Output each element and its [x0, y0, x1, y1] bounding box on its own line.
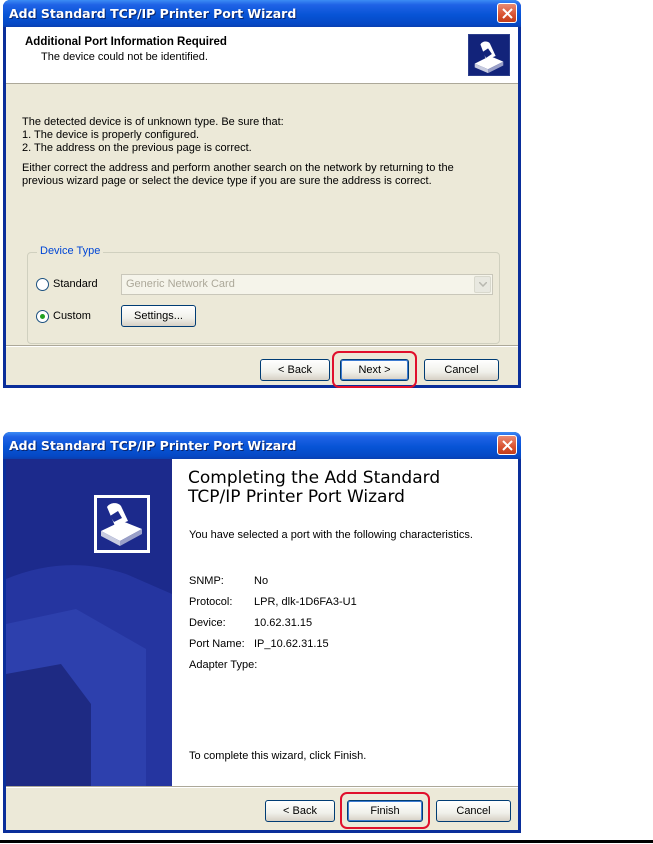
wizard-window-completing: Add Standard TCP/IP Printer Port Wizard: [3, 432, 521, 833]
body-line: Either correct the address and perform a…: [22, 162, 454, 174]
body-paragraph: Either correct the address and perform a…: [22, 162, 502, 188]
finish-note: To complete this wizard, click Finish.: [189, 750, 367, 762]
standard-radio-label[interactable]: Standard: [53, 278, 98, 290]
cancel-button[interactable]: Cancel: [424, 359, 499, 381]
wizard-window-additional-info: Add Standard TCP/IP Printer Port Wizard …: [3, 0, 521, 388]
printer-wizard-icon: [94, 495, 150, 553]
settings-button[interactable]: Settings...: [121, 305, 196, 327]
back-button[interactable]: < Back: [265, 800, 335, 822]
page-title: Completing the Add Standard TCP/IP Print…: [188, 469, 508, 507]
wizard-header: Additional Port Information Required The…: [6, 27, 518, 84]
header-subtitle: The device could not be identified.: [41, 51, 208, 63]
title-line-1: Completing the Add Standard: [188, 468, 441, 488]
dialog-body: Completing the Add Standard TCP/IP Print…: [6, 459, 518, 830]
standard-device-combo[interactable]: Generic Network Card: [121, 274, 493, 295]
title-line-2: TCP/IP Printer Port Wizard: [188, 487, 405, 507]
finish-highlight: [340, 792, 430, 829]
field-value-protocol: LPR, dlk-1D6FA3-U1: [254, 596, 357, 608]
window-title: Add Standard TCP/IP Printer Port Wizard: [9, 438, 297, 453]
custom-radio[interactable]: [36, 310, 49, 323]
page-divider: [0, 840, 653, 843]
banner-graphic: [6, 459, 172, 786]
title-bar[interactable]: Add Standard TCP/IP Printer Port Wizard: [3, 0, 521, 27]
field-value-device: 10.62.31.15: [254, 617, 313, 629]
window-title: Add Standard TCP/IP Printer Port Wizard: [9, 6, 297, 21]
body-line: The detected device is of unknown type. …: [22, 116, 284, 128]
wizard-side-banner: [6, 459, 172, 786]
combo-value: Generic Network Card: [126, 278, 235, 290]
field-label-adapter-type: Adapter Type:: [189, 659, 258, 671]
cancel-button[interactable]: Cancel: [436, 800, 511, 822]
custom-radio-label[interactable]: Custom: [53, 310, 91, 322]
field-label-port-name: Port Name:: [189, 638, 245, 650]
dialog-body: Additional Port Information Required The…: [6, 27, 518, 388]
printer-wizard-icon: [468, 34, 510, 76]
field-label-protocol: Protocol:: [189, 596, 233, 608]
title-bar[interactable]: Add Standard TCP/IP Printer Port Wizard: [3, 432, 521, 459]
body-line: 2. The address on the previous page is c…: [22, 142, 252, 154]
next-highlight: [332, 351, 417, 388]
back-button[interactable]: < Back: [260, 359, 330, 381]
body-line: previous wizard page or select the devic…: [22, 175, 432, 187]
standard-radio[interactable]: [36, 278, 49, 291]
body-instructions: The detected device is of unknown type. …: [22, 116, 502, 155]
header-title: Additional Port Information Required: [25, 36, 227, 48]
field-value-port-name: IP_10.62.31.15: [254, 638, 329, 650]
field-label-snmp: SNMP:: [189, 575, 224, 587]
field-label-device: Device:: [189, 617, 226, 629]
separator: [6, 786, 518, 788]
close-button[interactable]: [497, 3, 517, 23]
dropdown-arrow-icon[interactable]: [474, 276, 491, 293]
wizard-content: Completing the Add Standard TCP/IP Print…: [172, 459, 518, 786]
close-button[interactable]: [497, 435, 517, 455]
device-type-group: Device Type Standard Generic Network Car…: [27, 245, 500, 344]
device-type-label: Device Type: [37, 245, 104, 257]
close-icon: [501, 7, 513, 19]
intro-text: You have selected a port with the follow…: [189, 529, 473, 541]
field-value-snmp: No: [254, 575, 269, 587]
separator: [6, 345, 518, 347]
body-line: 1. The device is properly configured.: [22, 129, 200, 141]
close-icon: [501, 439, 513, 451]
